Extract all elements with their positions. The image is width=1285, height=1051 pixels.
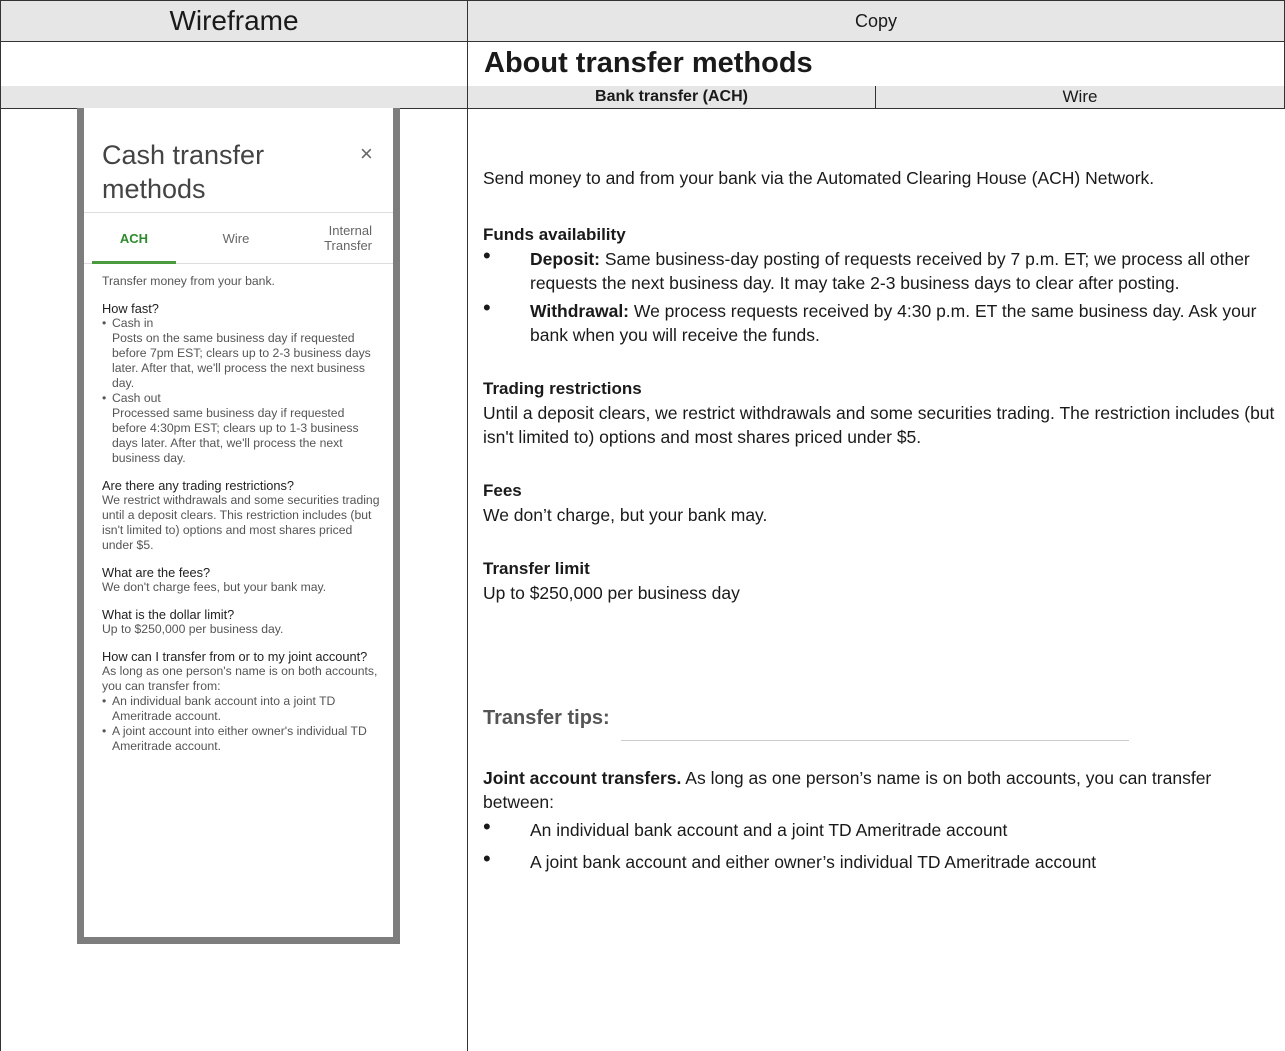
copy-intro: Send money to and from your bank via the… bbox=[483, 168, 1155, 188]
wireframe-phone-frame: Cash transfer methods × ACH Wire Interna… bbox=[77, 108, 400, 944]
wireframe-cash-out-label: Cash out bbox=[112, 391, 161, 405]
section-divider bbox=[621, 740, 1129, 741]
transfer-limit-heading: Transfer limit bbox=[483, 559, 590, 578]
copy-content: Send money to and from your bank via the… bbox=[483, 108, 1278, 874]
wireframe-tab-ach[interactable]: ACH bbox=[84, 213, 184, 264]
wireframe-fees-question: What are the fees? bbox=[102, 565, 211, 580]
wireframe-intro: Transfer money from your bank. bbox=[102, 274, 275, 288]
wireframe-limit-text: Up to $250,000 per business day. bbox=[102, 622, 284, 636]
close-icon[interactable]: × bbox=[360, 141, 373, 167]
withdrawal-label: Withdrawal: bbox=[530, 301, 630, 321]
wireframe-panel: Cash transfer methods × ACH Wire Interna… bbox=[84, 108, 393, 937]
copy-column-header: Copy bbox=[467, 0, 1285, 42]
list-item: Cash in Posts on the same business day i… bbox=[102, 316, 382, 391]
wireframe-panel-title: Cash transfer methods bbox=[102, 140, 265, 204]
title-row-left-cell bbox=[0, 41, 468, 87]
deposit-label: Deposit: bbox=[530, 249, 600, 269]
wireframe-cash-out-text: Processed same business day if requested… bbox=[112, 406, 359, 465]
tab-ach-header: Bank transfer (ACH) bbox=[467, 86, 876, 109]
wireframe-tab-wire[interactable]: Wire bbox=[184, 213, 288, 263]
wireframe-tab-internal-transfer[interactable]: Internal Transfer bbox=[288, 213, 372, 263]
fees-text: We don’t charge, but your bank may. bbox=[483, 505, 768, 525]
trading-restrictions-heading: Trading restrictions bbox=[483, 379, 642, 398]
list-item: An individual bank account and a joint T… bbox=[483, 815, 1278, 842]
wireframe-joint-question: How can I transfer from or to my joint a… bbox=[102, 649, 368, 664]
tab-wire-header: Wire bbox=[875, 86, 1285, 109]
wireframe-tab-bar: ACH Wire Internal Transfer bbox=[84, 212, 393, 264]
wireframe-how-fast-list: Cash in Posts on the same business day i… bbox=[102, 316, 382, 466]
list-item: An individual bank account into a joint … bbox=[102, 694, 382, 724]
deposit-text: Same business-day posting of requests re… bbox=[530, 249, 1250, 293]
page-title: About transfer methods bbox=[467, 41, 1285, 87]
wireframe-tab-content: Transfer money from your bank. How fast?… bbox=[102, 274, 382, 754]
withdrawal-text: We process requests received by 4:30 p.m… bbox=[530, 301, 1257, 345]
wireframe-joint-list: An individual bank account into a joint … bbox=[102, 694, 382, 754]
fees-heading: Fees bbox=[483, 481, 522, 500]
wireframe-cash-in-label: Cash in bbox=[112, 316, 154, 330]
tab-row-left-cell bbox=[0, 86, 468, 109]
wireframe-column-header: Wireframe bbox=[0, 0, 468, 42]
wireframe-how-fast-question: How fast? bbox=[102, 301, 159, 316]
list-item: A joint account into either owner's indi… bbox=[102, 724, 382, 754]
funds-availability-heading: Funds availability bbox=[483, 225, 626, 244]
wireframe-fees-text: We don't charge fees, but your bank may. bbox=[102, 580, 327, 594]
deposit-bullet: Deposit: Same business-day posting of re… bbox=[483, 244, 1278, 295]
wireframe-cash-in-text: Posts on the same business day if reques… bbox=[112, 331, 371, 390]
list-item: A joint bank account and either owner’s … bbox=[483, 847, 1278, 874]
transfer-limit-text: Up to $250,000 per business day bbox=[483, 583, 740, 603]
wireframe-restrictions-text: We restrict withdrawals and some securit… bbox=[102, 493, 380, 552]
trading-restrictions-text: Until a deposit clears, we restrict with… bbox=[483, 403, 1275, 447]
wireframe-limit-question: What is the dollar limit? bbox=[102, 607, 235, 622]
withdrawal-bullet: Withdrawal: We process requests received… bbox=[483, 296, 1278, 347]
wireframe-restrictions-question: Are there any trading restrictions? bbox=[102, 478, 295, 493]
list-item: Cash out Processed same business day if … bbox=[102, 391, 382, 466]
transfer-tips-heading: Transfer tips: bbox=[483, 707, 610, 729]
joint-account-label: Joint account transfers. bbox=[483, 768, 682, 788]
joint-account-paragraph: Joint account transfers. As long as one … bbox=[483, 766, 1278, 814]
wireframe-joint-text: As long as one person's name is on both … bbox=[102, 664, 378, 693]
